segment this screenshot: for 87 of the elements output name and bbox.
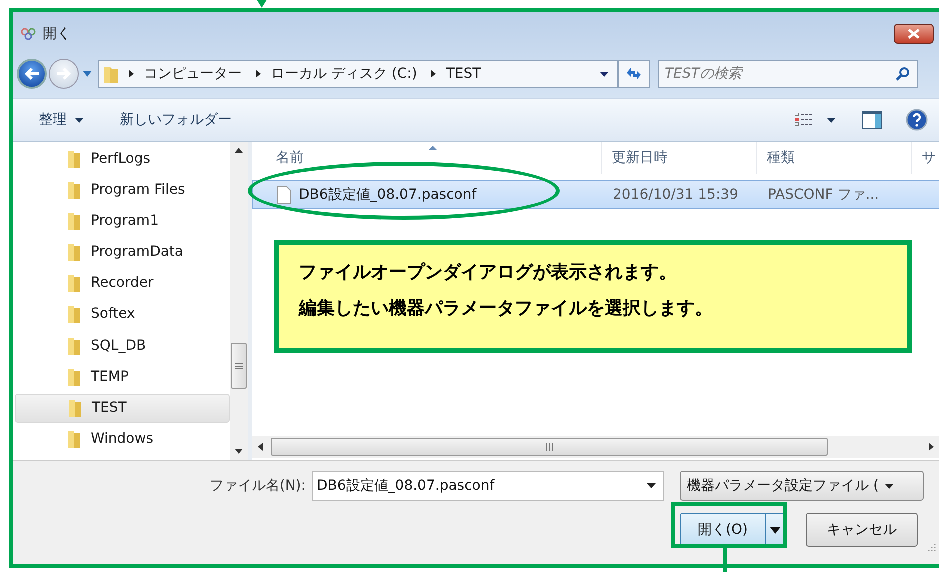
organize-menu[interactable]: 整理: [39, 111, 84, 129]
close-icon[interactable]: [907, 29, 921, 39]
chevron-icon[interactable]: [129, 70, 134, 78]
folder-name: PerfLogs: [91, 150, 151, 166]
forward-button[interactable]: [49, 59, 79, 89]
open-button[interactable]: 開く(O): [680, 513, 766, 547]
breadcrumb[interactable]: コンピューター: [144, 65, 242, 83]
file-icon: [277, 186, 291, 204]
caret-icon[interactable]: [770, 526, 781, 534]
folder-name: Recorder: [91, 275, 154, 292]
folder-item[interactable]: TEMP: [15, 362, 230, 392]
folder-item[interactable]: Softex: [15, 300, 230, 329]
grip-icon: [546, 443, 554, 451]
back-button[interactable]: [17, 59, 47, 89]
scroll-thumb[interactable]: [271, 438, 828, 456]
folder-name: TEMP: [91, 368, 129, 385]
address-bar[interactable]: コンピューター ローカル ディスク (C:) TEST: [98, 60, 618, 88]
table-cell: DB6設定値_08.07.pasconf: [299, 186, 477, 204]
folder-name: Program Files: [91, 182, 186, 198]
close-button[interactable]: [894, 24, 934, 44]
scroll-up-icon[interactable]: [235, 148, 243, 153]
folder-name: Windows: [91, 431, 154, 448]
folder-name: SQL_DB: [91, 338, 146, 354]
breadcrumb[interactable]: ローカル ディスク (C:): [271, 65, 418, 83]
scroll-right-icon[interactable]: [929, 443, 934, 451]
folder-item[interactable]: Windows: [15, 424, 230, 454]
folder-item[interactable]: PerfLogs: [15, 144, 230, 173]
column-header[interactable]: 名前: [252, 142, 602, 174]
preview-pane-icon[interactable]: [862, 111, 882, 129]
folder-item[interactable]: TEST: [15, 394, 230, 422]
table-cell-text: PASCONF ファ...: [767, 186, 880, 204]
scroll-down-icon[interactable]: [235, 449, 243, 454]
grip-icon: [235, 362, 243, 370]
scroll-thumb[interactable]: [231, 343, 247, 389]
caret-icon[interactable]: [75, 118, 84, 122]
folder-item[interactable]: Program Files: [15, 175, 230, 204]
search-field[interactable]: TESTの検索: [658, 60, 918, 88]
folder-item[interactable]: Recorder: [15, 268, 230, 298]
sort-icon: [429, 146, 437, 150]
callout-text: 編集したい機器パラメータファイルを選択します。: [299, 297, 713, 320]
scroll-left-icon[interactable]: [258, 443, 263, 451]
folder-icon: [68, 399, 82, 417]
dropdown-icon[interactable]: [647, 484, 656, 488]
folder-icon: [67, 368, 81, 386]
folder-item[interactable]: ProgramData: [15, 238, 230, 267]
file-name-label: ファイル名(N):: [210, 477, 306, 495]
new-folder-button[interactable]: 新しいフォルダー: [120, 111, 232, 129]
callout-text: ファイルオープンダイアログが表示されます。: [299, 261, 677, 284]
folder-icon: [67, 305, 81, 324]
folder-item[interactable]: SQL_DB: [15, 331, 230, 360]
folder-icon: [67, 212, 81, 230]
scrollbar[interactable]: [230, 142, 248, 460]
folder-item[interactable]: Program1: [15, 206, 230, 236]
folder-icon: [103, 64, 119, 84]
table-cell-text: 2016/10/31 15:39: [612, 186, 740, 202]
folder-icon: [67, 180, 81, 199]
folder-name: Softex: [91, 306, 136, 322]
file-type-dropdown[interactable]: 機器パラメータ設定ファイル (: [680, 471, 924, 501]
cancel-button[interactable]: キャンセル: [806, 513, 918, 547]
chevron-icon[interactable]: [256, 70, 261, 78]
scrollbar[interactable]: [252, 436, 939, 458]
view-icon[interactable]: [795, 113, 813, 127]
arrow-left-icon[interactable]: [24, 67, 40, 81]
folder-name: TEST: [92, 400, 127, 416]
breadcrumb[interactable]: TEST: [446, 66, 482, 82]
folder-icon: [67, 274, 81, 292]
folder-icon: [67, 150, 81, 168]
search-icon[interactable]: [896, 67, 910, 81]
refresh-icon[interactable]: [625, 66, 643, 82]
folder-icon: [67, 430, 81, 448]
folder-icon: [67, 243, 81, 262]
chevron-icon[interactable]: [431, 70, 436, 78]
folder-icon: [67, 336, 81, 355]
dropdown-icon[interactable]: [600, 72, 609, 76]
folder-name: ProgramData: [91, 244, 184, 260]
caret-icon[interactable]: [827, 118, 836, 122]
file-row[interactable]: DB6設定値_08.07.pasconf 2016/10/31 15:39 PASCONF ファ...: [252, 180, 939, 209]
app-icon: [21, 28, 37, 40]
caret-icon[interactable]: [884, 484, 894, 488]
file-name-field[interactable]: DB6設定値_08.07.pasconf: [312, 471, 664, 501]
resize-grip-icon[interactable]: [928, 543, 936, 551]
folder-name: Program1: [91, 212, 159, 229]
window-title: 開く: [43, 25, 71, 43]
refresh-button[interactable]: [618, 60, 650, 88]
help-icon[interactable]: [906, 109, 928, 131]
column-header[interactable]: 種類: [757, 142, 912, 174]
column-header[interactable]: 更新日時: [602, 142, 757, 174]
